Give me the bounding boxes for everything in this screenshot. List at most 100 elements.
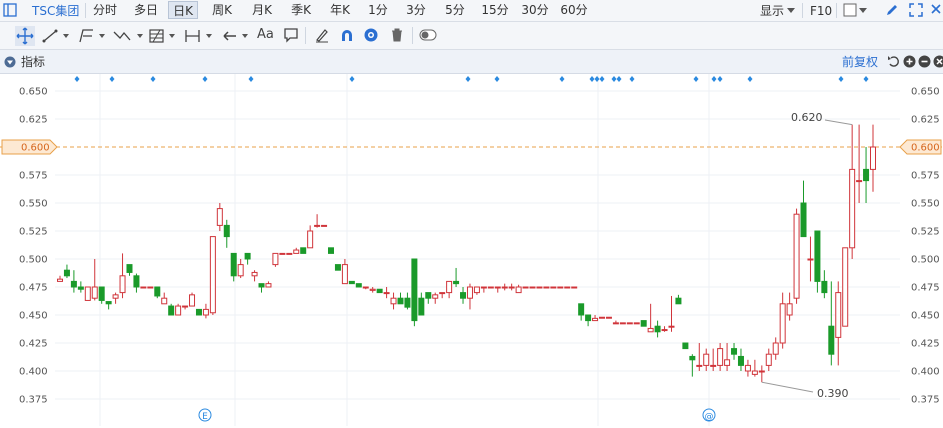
tab-period-3[interactable]: 周K xyxy=(207,1,237,19)
event-diamond-icon xyxy=(693,76,699,82)
candle-body xyxy=(571,286,578,289)
arrow-tool-icon[interactable] xyxy=(220,28,252,44)
tab-period-6[interactable]: 年K xyxy=(325,1,355,19)
tab-period-2[interactable]: 日K xyxy=(168,1,198,19)
tab-period-7[interactable]: 1分 xyxy=(364,1,392,19)
collapse-icon[interactable] xyxy=(4,56,16,68)
candle-body xyxy=(404,297,411,308)
tab-period-10[interactable]: 15分 xyxy=(478,1,512,19)
candle-body xyxy=(98,286,105,301)
candle xyxy=(327,247,335,254)
candle-body xyxy=(307,230,314,249)
fibonacci-tool-icon[interactable] xyxy=(148,27,180,45)
candle xyxy=(605,316,612,319)
checkbox-icon[interactable] xyxy=(843,3,857,17)
candle-body xyxy=(216,208,223,226)
candle xyxy=(77,281,84,293)
candle xyxy=(216,203,223,231)
move-cursor-icon[interactable] xyxy=(15,26,35,46)
candle-body xyxy=(731,348,738,355)
tab-period-9[interactable]: 5分 xyxy=(441,1,469,19)
tab-period-4[interactable]: 月K xyxy=(247,1,277,19)
candle-body xyxy=(793,213,800,299)
window-icon[interactable] xyxy=(3,3,17,17)
event-diamond-icon xyxy=(747,76,753,82)
indicator-label[interactable]: 指标 xyxy=(21,55,45,69)
trash-icon[interactable] xyxy=(389,27,405,43)
candle-body xyxy=(390,297,397,305)
candle xyxy=(175,303,182,316)
close-icon[interactable] xyxy=(930,2,943,18)
candle xyxy=(786,292,793,321)
measure-tool-icon[interactable] xyxy=(184,28,216,44)
y-tick-label: 0.475 xyxy=(911,283,940,294)
y-tick-label: 0.650 xyxy=(19,87,48,98)
candle xyxy=(619,322,626,325)
tab-period-11[interactable]: 30分 xyxy=(518,1,552,19)
candle xyxy=(147,286,154,289)
channel-tool-icon[interactable] xyxy=(78,28,108,44)
candle-body xyxy=(321,224,328,227)
comment-tool-icon[interactable] xyxy=(283,27,299,43)
chevron-down-icon[interactable] xyxy=(859,8,867,14)
candle-body xyxy=(828,325,835,355)
candle-body xyxy=(293,249,300,254)
display-menu[interactable]: 显示 xyxy=(760,4,784,18)
candle xyxy=(202,303,209,319)
candlestick-chart[interactable]: 0.650 0.625 0.575 0.550 0.525 0.500 0.475 0.450… xyxy=(0,74,943,428)
candle xyxy=(223,219,230,248)
candle xyxy=(161,292,168,305)
candle-body xyxy=(230,252,237,277)
candle-body xyxy=(258,283,265,288)
tab-period-12[interactable]: 60分 xyxy=(557,1,591,19)
wave-tool-icon[interactable] xyxy=(112,28,146,44)
y-tick-label: 0.550 xyxy=(19,199,48,210)
candle xyxy=(154,286,161,299)
candle xyxy=(133,273,140,293)
candle xyxy=(508,283,515,291)
magnet-icon[interactable] xyxy=(339,27,355,43)
pencil-icon[interactable] xyxy=(884,2,900,18)
candle-body xyxy=(522,286,529,289)
text-tool[interactable]: Aa xyxy=(257,28,274,42)
tab-period-1[interactable]: 多日 xyxy=(129,1,163,19)
candle xyxy=(744,359,751,377)
candle-body xyxy=(237,264,244,277)
candle-body xyxy=(480,286,487,289)
chevron-down-icon[interactable] xyxy=(787,8,795,14)
y-tick-label: 0.400 xyxy=(911,367,940,378)
candle-body xyxy=(765,353,772,366)
candle xyxy=(863,147,870,203)
candle xyxy=(84,286,91,301)
candle xyxy=(453,267,460,287)
tab-period-5[interactable]: 季K xyxy=(286,1,316,19)
candle xyxy=(529,286,536,289)
candle xyxy=(849,124,856,259)
candle-body xyxy=(265,283,272,288)
candle xyxy=(237,259,244,279)
close-panel-icon[interactable] xyxy=(933,55,943,68)
candle xyxy=(856,124,863,203)
candle xyxy=(772,337,779,360)
eye-icon[interactable] xyxy=(363,27,379,43)
undo-icon[interactable] xyxy=(887,55,900,68)
candle xyxy=(869,124,877,192)
zoom-out-icon[interactable] xyxy=(918,55,931,68)
stock-symbol[interactable]: TSC集团 xyxy=(32,4,79,18)
candle-body xyxy=(397,297,404,305)
expand-icon[interactable] xyxy=(908,2,924,18)
brush-icon[interactable] xyxy=(314,27,330,43)
candle-body xyxy=(202,308,209,316)
adjust-mode-button[interactable]: 前复权 xyxy=(842,55,878,69)
tab-period-8[interactable]: 3分 xyxy=(402,1,430,19)
candle xyxy=(612,320,619,325)
zoom-in-icon[interactable] xyxy=(903,55,916,68)
f10-button[interactable]: F10 xyxy=(810,4,832,18)
event-diamond-icon xyxy=(494,76,500,82)
tab-period-0[interactable]: 分时 xyxy=(90,1,120,19)
y-tick-label: 0.425 xyxy=(19,339,48,350)
event-diamond-icon xyxy=(202,76,208,82)
toggle-icon[interactable] xyxy=(419,28,437,42)
trendline-tool-icon[interactable] xyxy=(42,28,72,44)
candle xyxy=(383,287,390,299)
